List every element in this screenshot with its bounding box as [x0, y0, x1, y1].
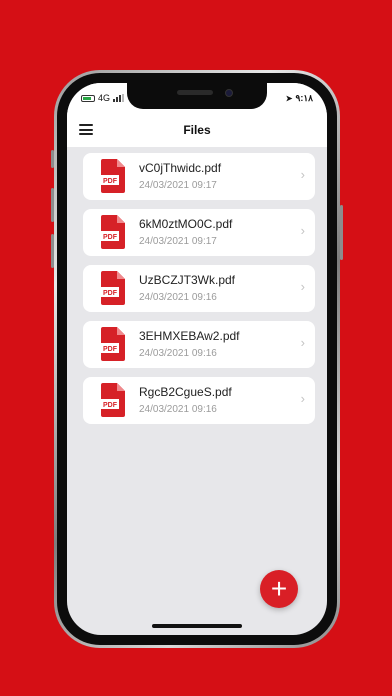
chevron-right-icon: ›: [300, 167, 305, 182]
phone-frame: 4G ➤ ٩:١٨ Files PDF vC0jThwidc.pdf 24/03…: [54, 70, 340, 648]
home-indicator[interactable]: [152, 624, 242, 628]
pdf-file-icon: PDF: [101, 271, 125, 305]
file-name: RgcB2CgueS.pdf: [139, 385, 232, 399]
pdf-icon-label: PDF: [103, 234, 118, 241]
list-item[interactable]: PDF UzBCZJT3Wk.pdf 24/03/2021 09:16 ›: [83, 265, 315, 312]
file-list: PDF vC0jThwidc.pdf 24/03/2021 09:17 › PD…: [83, 153, 315, 433]
pdf-icon-label: PDF: [103, 178, 118, 185]
chevron-right-icon: ›: [300, 279, 305, 294]
chevron-right-icon: ›: [300, 335, 305, 350]
pdf-file-icon: PDF: [101, 159, 125, 193]
add-file-button[interactable]: +: [260, 570, 298, 608]
location-icon: ➤: [285, 94, 293, 103]
chevron-right-icon: ›: [300, 391, 305, 406]
pdf-icon-label: PDF: [103, 290, 118, 297]
file-date: 24/03/2021 09:16: [139, 292, 217, 303]
file-name: UzBCZJT3Wk.pdf: [139, 273, 236, 287]
time-label: ٩:١٨: [295, 93, 314, 103]
hamburger-menu-icon[interactable]: [79, 124, 93, 135]
screen: 4G ➤ ٩:١٨ Files PDF vC0jThwidc.pdf 24/03…: [67, 83, 327, 635]
file-date: 24/03/2021 09:17: [139, 236, 217, 247]
pdf-file-icon: PDF: [101, 383, 125, 417]
list-item[interactable]: PDF 3EHMXEBAw2.pdf 24/03/2021 09:16 ›: [83, 321, 315, 368]
pdf-icon-label: PDF: [103, 346, 118, 353]
list-item[interactable]: PDF vC0jThwidc.pdf 24/03/2021 09:17 ›: [83, 153, 315, 200]
network-label: 4G: [98, 93, 111, 103]
nav-header: Files: [67, 113, 327, 147]
pdf-icon-label: PDF: [103, 402, 118, 409]
signal-icon: [113, 94, 125, 102]
pdf-file-icon: PDF: [101, 215, 125, 249]
phone-bezel: 4G ➤ ٩:١٨ Files PDF vC0jThwidc.pdf 24/03…: [57, 73, 337, 645]
file-date: 24/03/2021 09:17: [139, 180, 217, 191]
pdf-file-icon: PDF: [101, 327, 125, 361]
camera-icon: [225, 89, 233, 97]
file-name: 6kM0ztMO0C.pdf: [139, 217, 233, 231]
file-date: 24/03/2021 09:16: [139, 348, 217, 359]
file-name: vC0jThwidc.pdf: [139, 161, 222, 175]
notch: [127, 83, 267, 109]
status-left: 4G: [81, 93, 125, 103]
speaker-grille: [177, 90, 213, 95]
file-name: 3EHMXEBAw2.pdf: [139, 329, 240, 343]
power-button: [340, 205, 343, 260]
chevron-right-icon: ›: [300, 223, 305, 238]
page-title: Files: [183, 123, 211, 137]
list-item[interactable]: PDF RgcB2CgueS.pdf 24/03/2021 09:16 ›: [83, 377, 315, 424]
list-item[interactable]: PDF 6kM0ztMO0C.pdf 24/03/2021 09:17 ›: [83, 209, 315, 256]
status-right: ➤ ٩:١٨: [286, 93, 313, 104]
battery-icon: [81, 94, 95, 102]
file-date: 24/03/2021 09:16: [139, 404, 217, 415]
